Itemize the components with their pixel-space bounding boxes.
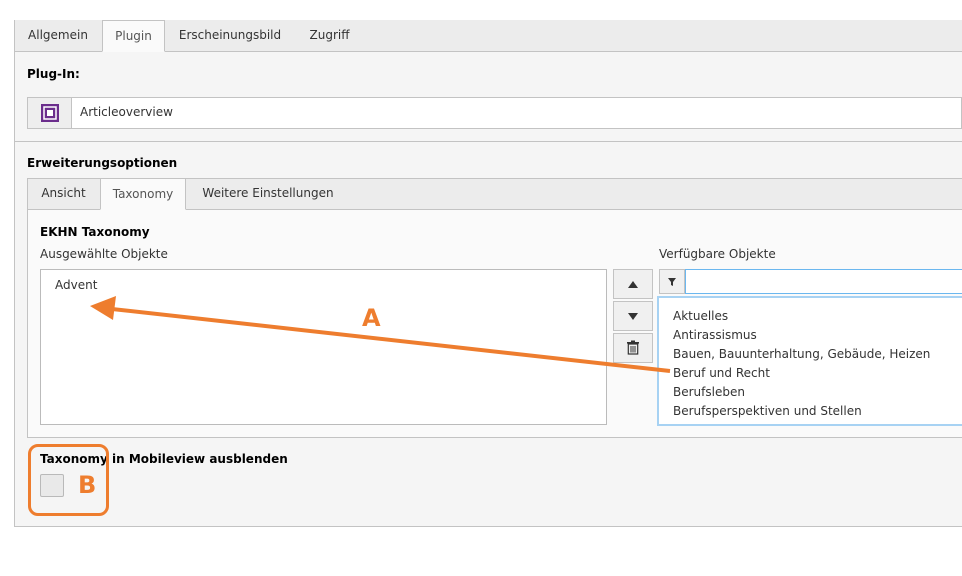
annotation-a: A: [362, 304, 381, 332]
annotation-b-frame: [28, 444, 109, 516]
arrow-a-icon: [90, 296, 671, 373]
annotation-b: B: [78, 471, 97, 499]
